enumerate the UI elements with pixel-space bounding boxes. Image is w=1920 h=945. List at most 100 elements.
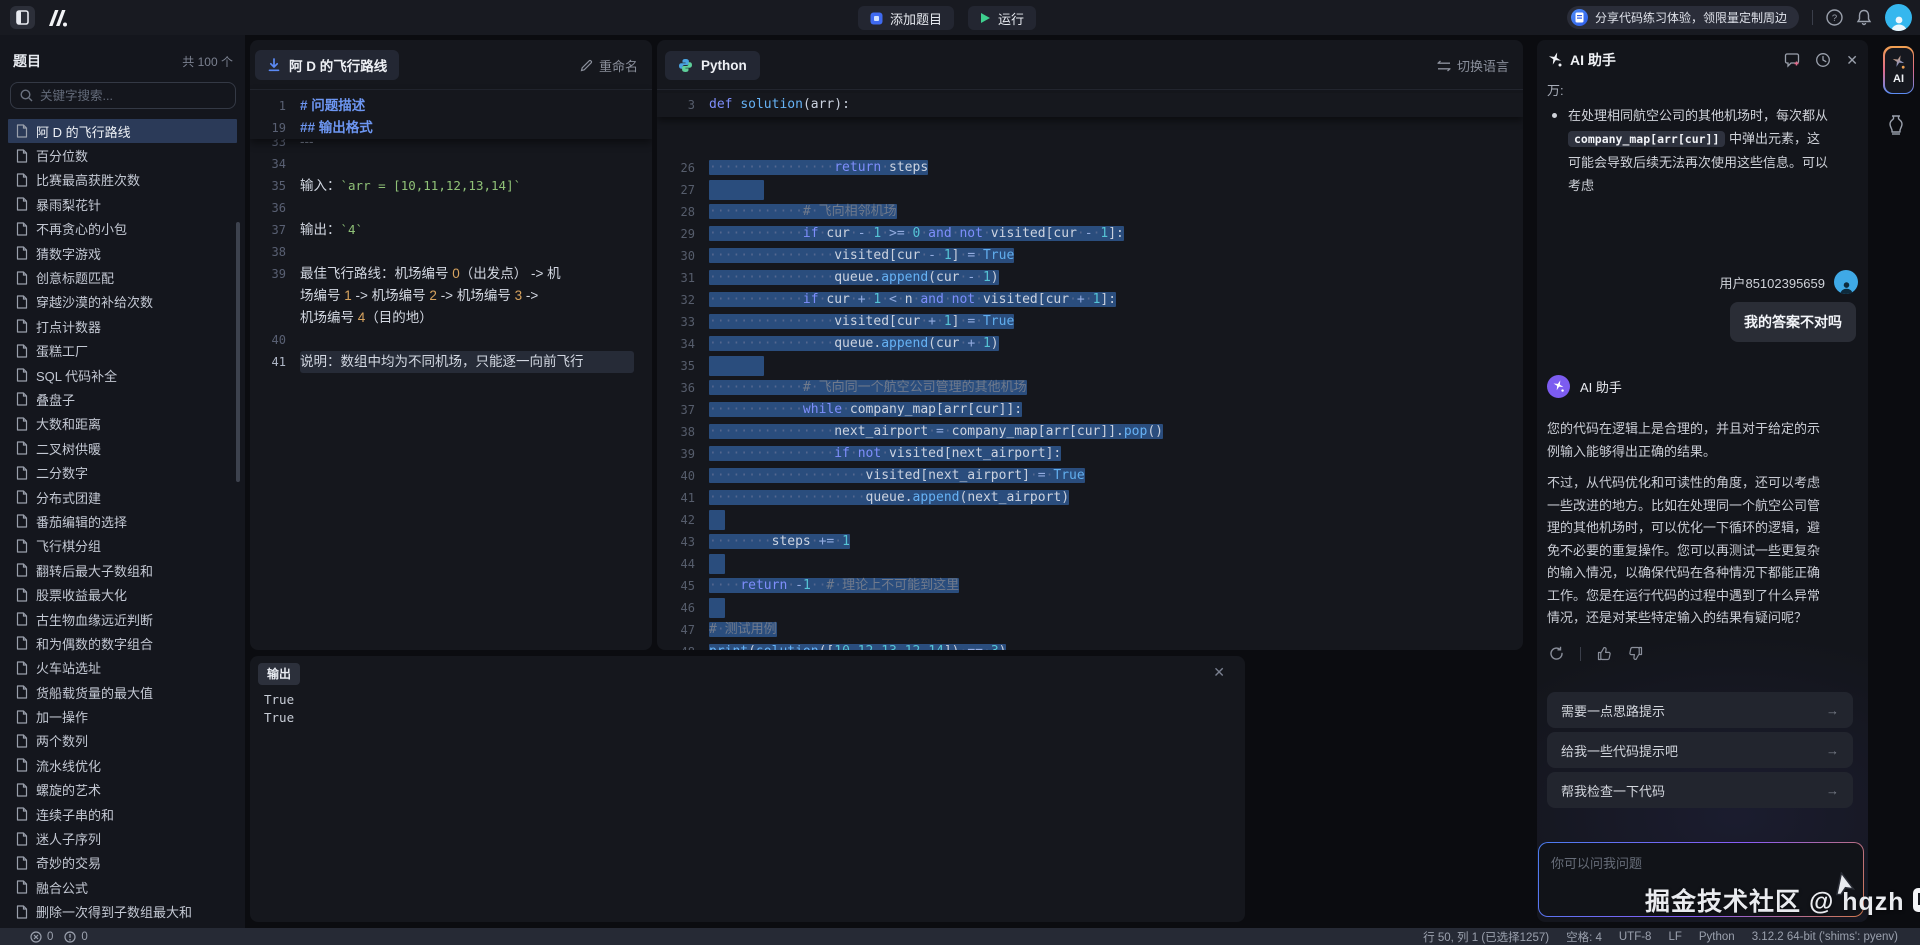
sidebar-scrollbar[interactable] xyxy=(236,222,240,482)
sidebar-item[interactable]: 两个数列 xyxy=(8,729,237,753)
vase-tool-icon[interactable] xyxy=(1887,115,1905,135)
help-icon[interactable]: ? xyxy=(1826,9,1843,26)
sidebar-item[interactable]: 不再贪心的小包 xyxy=(8,217,237,241)
error-icon xyxy=(30,931,42,943)
ai-badge-label: AI xyxy=(1893,73,1904,85)
new-chat-icon[interactable] xyxy=(1784,52,1800,68)
problem-tab[interactable]: 阿 D 的飞行路线 xyxy=(255,50,399,80)
sidebar-item[interactable]: 阿 D 的飞行路线 xyxy=(8,119,237,143)
code-editor[interactable]: 26················return·steps2728······… xyxy=(657,93,1523,650)
sidebar-item[interactable]: 穿越沙漠的补给次数 xyxy=(8,290,237,314)
sidebar-item[interactable]: 融合公式 xyxy=(8,875,237,899)
sidebar-item[interactable]: 连续子串的和 xyxy=(8,802,237,826)
regenerate-icon[interactable] xyxy=(1549,646,1564,661)
sidebar-item[interactable]: 比赛最高获胜次数 xyxy=(8,168,237,192)
markdown-line: 19## 输出格式 xyxy=(250,117,652,139)
document-icon xyxy=(16,710,28,724)
rename-button[interactable]: 重命名 xyxy=(580,56,638,75)
status-cursor-position[interactable]: 行 50, 列 1 (已选择1257) xyxy=(1423,929,1549,945)
code-line: 39················if·not·visited[next_ai… xyxy=(657,443,1523,465)
sidebar-item[interactable]: 大数和距离 xyxy=(8,412,237,436)
sidebar-item[interactable]: 猜数字游戏 xyxy=(8,241,237,265)
search-box[interactable] xyxy=(10,82,236,109)
sidebar-item[interactable]: 二叉树供暖 xyxy=(8,436,237,460)
markdown-heading: # 问题描述 xyxy=(300,98,365,113)
status-eol[interactable]: LF xyxy=(1668,931,1681,943)
ai-badge-button[interactable]: AI xyxy=(1883,46,1914,94)
sidebar-item-label: 分布式团建 xyxy=(36,488,101,507)
thumbs-up-icon[interactable] xyxy=(1597,646,1612,661)
ai-question-input[interactable] xyxy=(1551,856,1851,871)
sidebar-item[interactable]: 飞行棋分组 xyxy=(8,534,237,558)
promo-banner[interactable]: 分享代码练习体验，领限量定制周边 xyxy=(1567,6,1799,29)
sidebar-item-label: 二分数字 xyxy=(36,463,88,482)
ai-suggestion-button[interactable]: 需要一点思路提示→ xyxy=(1547,692,1853,728)
sidebar-item[interactable]: 螺旋的艺术 xyxy=(8,778,237,802)
sidebar-item[interactable]: 加一操作 xyxy=(8,704,237,728)
promo-doc-icon xyxy=(1571,9,1588,26)
document-icon xyxy=(16,246,28,260)
sidebar-item[interactable]: 删除一次得到子数组最大和 xyxy=(8,900,237,924)
sidebar-item[interactable]: 古生物血缘远近判断 xyxy=(8,607,237,631)
output-tab[interactable]: 输出 xyxy=(258,663,300,685)
ai-close-icon[interactable]: ✕ xyxy=(1846,52,1858,69)
sidebar-item[interactable]: 创意标题匹配 xyxy=(8,265,237,289)
sidebar-item[interactable]: 百分位数 xyxy=(8,143,237,167)
sidebar-item[interactable]: 流水线优化 xyxy=(8,753,237,777)
document-icon xyxy=(16,368,28,382)
ai-suggestion-button[interactable]: 帮我检查一下代码→ xyxy=(1547,772,1853,808)
user-name: 用户85102395659 xyxy=(1719,273,1825,292)
sidebar-item[interactable]: SQL 代码补全 xyxy=(8,363,237,387)
line-number: 35 xyxy=(657,355,695,377)
bullet-dot xyxy=(1552,113,1557,118)
history-icon[interactable] xyxy=(1815,52,1831,68)
sidebar-item[interactable]: 打点计数器 xyxy=(8,314,237,338)
logo[interactable] xyxy=(45,8,71,28)
document-icon xyxy=(16,319,28,333)
status-interpreter[interactable]: 3.12.2 64-bit ('shims': pyenv) xyxy=(1752,931,1898,943)
sidebar-item[interactable]: 货船载货量的最大值 xyxy=(8,680,237,704)
code-line-content: ················next_airport·=·company_m… xyxy=(709,421,1163,443)
sidebar-item[interactable]: 迷人子序列 xyxy=(8,826,237,850)
sidebar-item[interactable]: 暴雨梨花针 xyxy=(8,192,237,216)
line-number: 33 xyxy=(657,311,695,333)
sidebar-item[interactable]: 股票收益最大化 xyxy=(8,582,237,606)
sidebar-item[interactable]: 分布式团建 xyxy=(8,485,237,509)
line-number: 19 xyxy=(250,117,300,139)
sidebar-item[interactable]: 火车站选址 xyxy=(8,656,237,680)
status-encoding[interactable]: UTF-8 xyxy=(1619,931,1652,943)
notification-bell-icon[interactable] xyxy=(1856,9,1872,26)
code-line: 28············#·飞向相邻机场 xyxy=(657,201,1523,223)
sidebar-item[interactable]: 叠盘子 xyxy=(8,387,237,411)
language-tab[interactable]: Python xyxy=(665,51,760,80)
sidebar-item-label: 火车站选址 xyxy=(36,658,101,677)
status-language-mode[interactable]: Python xyxy=(1699,931,1735,943)
status-indent-setting[interactable]: 空格: 4 xyxy=(1566,929,1602,945)
sidebar-item[interactable]: 翻转后最大子数组和 xyxy=(8,558,237,582)
markdown-editor[interactable]: 33---3435输入：`arr = [10,11,12,13,14]`3637… xyxy=(250,90,652,650)
thumbs-down-icon[interactable] xyxy=(1628,646,1643,661)
user-avatar[interactable] xyxy=(1885,4,1912,31)
ai-suggestion-button[interactable]: 给我一些代码提示吧→ xyxy=(1547,732,1853,768)
sidebar-item[interactable]: 奇妙的交易 xyxy=(8,851,237,875)
output-close-icon[interactable]: ✕ xyxy=(1213,664,1225,681)
switch-language-button[interactable]: 切换语言 xyxy=(1437,56,1509,75)
problems-status[interactable]: 0 0 xyxy=(30,931,88,943)
sidebar-item[interactable]: 蛋糕工厂 xyxy=(8,339,237,363)
code-line-content xyxy=(709,179,764,201)
panel-toggle-button[interactable] xyxy=(10,6,35,29)
document-icon xyxy=(16,149,28,163)
sidebar-item[interactable]: 二分数字 xyxy=(8,460,237,484)
add-problem-button[interactable]: 添加题目 xyxy=(858,6,954,30)
sidebar-item[interactable]: 和为偶数的数字组合 xyxy=(8,631,237,655)
watermark: 掘金技术社区 @ hqzh xyxy=(1645,882,1920,918)
document-icon xyxy=(16,271,28,285)
document-icon xyxy=(16,783,28,797)
sidebar-item-label: 流水线优化 xyxy=(36,756,101,775)
run-button[interactable]: 运行 xyxy=(968,6,1036,30)
arrow-right-icon: → xyxy=(1826,783,1839,798)
markdown-text: -> xyxy=(522,288,538,303)
sidebar-item[interactable]: 番茄编辑的选择 xyxy=(8,509,237,533)
error-count: 0 xyxy=(47,931,53,943)
search-input[interactable] xyxy=(40,89,226,103)
